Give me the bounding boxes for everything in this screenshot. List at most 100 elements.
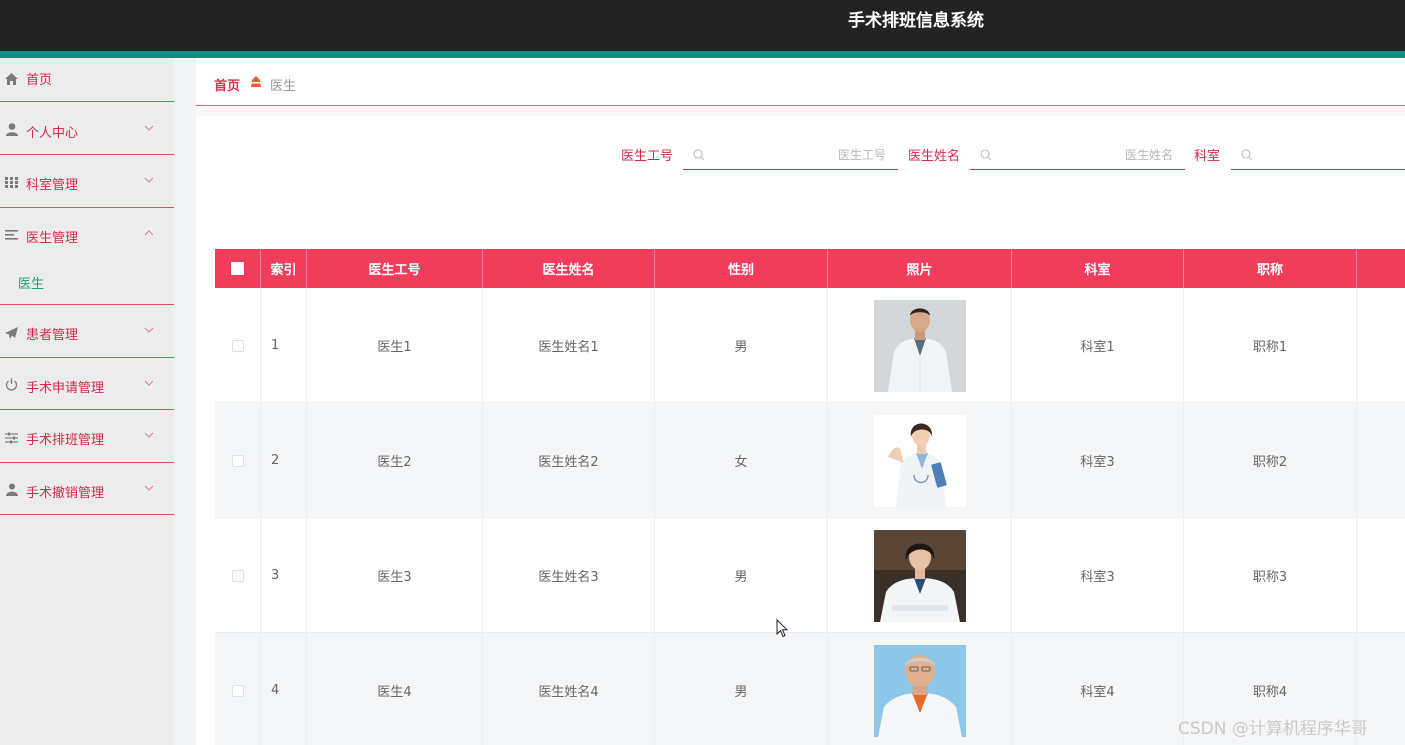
- cell-doctor-id: 医生1: [307, 288, 483, 403]
- search-label-doctor-name: 医生姓名: [908, 149, 961, 164]
- person-icon: [4, 482, 19, 497]
- grid-icon: [4, 175, 19, 190]
- cell-photo: [828, 518, 1012, 633]
- sidebar-item-personal-center[interactable]: 个人中心: [0, 102, 174, 155]
- cell-gender: 男: [655, 633, 828, 745]
- doctor-photo[interactable]: [873, 529, 966, 622]
- sidebar-item-label: 手术撤销管理: [26, 486, 105, 501]
- col-header-photo[interactable]: 照片: [828, 249, 1012, 288]
- chevron-up-icon: [144, 227, 154, 237]
- cell-gender: 女: [655, 403, 828, 518]
- cell-doctor-id: 医生4: [307, 633, 483, 745]
- chevron-down-icon: [144, 122, 154, 132]
- table-row[interactable]: 2 医生2 医生姓名2 女 科室3 职称2: [215, 403, 1405, 518]
- chevron-down-icon: [144, 482, 154, 492]
- search-input-department[interactable]: [1261, 144, 1405, 166]
- cell-doctor-name: 医生姓名4: [483, 633, 655, 745]
- cell-photo: [828, 403, 1012, 518]
- cell-photo: [828, 288, 1012, 403]
- search-input-doctor-name[interactable]: [1000, 144, 1185, 166]
- cell-index: 3: [261, 518, 307, 633]
- table-row[interactable]: 3 医生3 医生姓名3 男 科室3 职称3: [215, 518, 1405, 633]
- cell-title: 职称2: [1184, 403, 1357, 518]
- search-label-department: 科室: [1194, 149, 1221, 164]
- home-icon: [4, 71, 19, 86]
- row-select-cell: [215, 518, 261, 633]
- cell-doctor-name: 医生姓名3: [483, 518, 655, 633]
- watermark: CSDN @计算机程序华哥: [1178, 719, 1368, 739]
- table-header: 索引 医生工号 医生姓名 性别 照片 科室 职称: [215, 249, 1405, 288]
- search-icon: [1241, 149, 1253, 161]
- send-icon: [4, 325, 19, 340]
- cell-department: 科室1: [1012, 288, 1184, 403]
- sidebar-item-label: 手术申请管理: [26, 381, 105, 396]
- col-header-doctor-name[interactable]: 医生姓名: [483, 249, 655, 288]
- app-title: 手术排班信息系统: [848, 11, 984, 31]
- cell-title: 职称3: [1184, 518, 1357, 633]
- row-checkbox[interactable]: [231, 569, 244, 582]
- select-all-checkbox[interactable]: [231, 262, 244, 275]
- cell-title: 职称1: [1184, 288, 1357, 403]
- cell-index: 1: [261, 288, 307, 403]
- sidebar-item-label: 首页: [26, 73, 53, 88]
- cell-gender: 男: [655, 288, 828, 403]
- list-icon: [4, 227, 19, 242]
- sidebar-item-surgery-request[interactable]: 手术申请管理: [0, 358, 174, 410]
- search-label-doctor-id: 医生工号: [621, 149, 674, 164]
- doctor-photo[interactable]: [873, 299, 966, 392]
- sliders-icon: [4, 430, 19, 445]
- sidebar-item-label: 手术排班管理: [26, 433, 105, 448]
- row-checkbox[interactable]: [231, 454, 244, 467]
- row-checkbox[interactable]: [231, 684, 244, 697]
- cell-doctor-id: 医生3: [307, 518, 483, 633]
- header-accent-strip: [0, 51, 1405, 58]
- cell-photo: [828, 633, 1012, 745]
- cell-index: 2: [261, 403, 307, 518]
- col-header-overflow: [1357, 249, 1405, 288]
- sidebar-item-home[interactable]: 首页: [0, 58, 174, 102]
- top-header: 手术排班信息系统: [0, 0, 1405, 51]
- doctor-table: 索引 医生工号 医生姓名 性别 照片 科室 职称 1 医生1 医生姓名1 男 科…: [215, 249, 1405, 745]
- sidebar-item-surgery-cancel[interactable]: 手术撤销管理: [0, 463, 174, 515]
- col-header-index[interactable]: 索引: [261, 249, 307, 288]
- search-field-doctor-name[interactable]: [970, 140, 1185, 170]
- cell-department: 科室3: [1012, 403, 1184, 518]
- table-row[interactable]: 1 医生1 医生姓名1 男 科室1 职称1: [215, 288, 1405, 403]
- breadcrumb-home[interactable]: 首页: [214, 75, 240, 94]
- search-icon: [980, 149, 992, 161]
- power-icon: [4, 377, 19, 392]
- cell-gender: 男: [655, 518, 828, 633]
- user-icon: [4, 122, 19, 137]
- row-checkbox[interactable]: [231, 339, 244, 352]
- search-icon: [693, 149, 705, 161]
- sidebar-item-label: 科室管理: [26, 178, 79, 193]
- breadcrumb: 首页 医生: [196, 58, 1405, 106]
- sidebar-item-label: 个人中心: [26, 126, 79, 141]
- search-field-department[interactable]: [1231, 140, 1405, 170]
- mouse-cursor-icon: [776, 618, 789, 638]
- col-header-doctor-id[interactable]: 医生工号: [307, 249, 483, 288]
- chevron-down-icon: [144, 429, 154, 439]
- sidebar-item-patient-management[interactable]: 患者管理: [0, 305, 174, 358]
- chevron-down-icon: [144, 174, 154, 184]
- col-header-title[interactable]: 职称: [1184, 249, 1357, 288]
- search-field-doctor-id[interactable]: [683, 140, 898, 170]
- search-input-doctor-id[interactable]: [713, 144, 898, 166]
- sidebar-item-surgery-schedule[interactable]: 手术排班管理: [0, 410, 174, 463]
- cell-index: 4: [261, 633, 307, 745]
- row-select-cell: [215, 288, 261, 403]
- doctor-photo[interactable]: [873, 644, 966, 737]
- sidebar-item-label: 患者管理: [26, 328, 79, 343]
- cell-doctor-id: 医生2: [307, 403, 483, 518]
- col-header-gender[interactable]: 性别: [655, 249, 828, 288]
- breadcrumb-separator-icon: [250, 75, 262, 89]
- cell-department: 科室4: [1012, 633, 1184, 745]
- doctor-photo[interactable]: [873, 414, 966, 507]
- chevron-down-icon: [144, 324, 154, 334]
- submenu-item-doctor[interactable]: 医生: [18, 273, 44, 292]
- cell-department: 科室3: [1012, 518, 1184, 633]
- sidebar-item-department[interactable]: 科室管理: [0, 155, 174, 208]
- col-header-department[interactable]: 科室: [1012, 249, 1184, 288]
- row-select-cell: [215, 403, 261, 518]
- cell-doctor-name: 医生姓名2: [483, 403, 655, 518]
